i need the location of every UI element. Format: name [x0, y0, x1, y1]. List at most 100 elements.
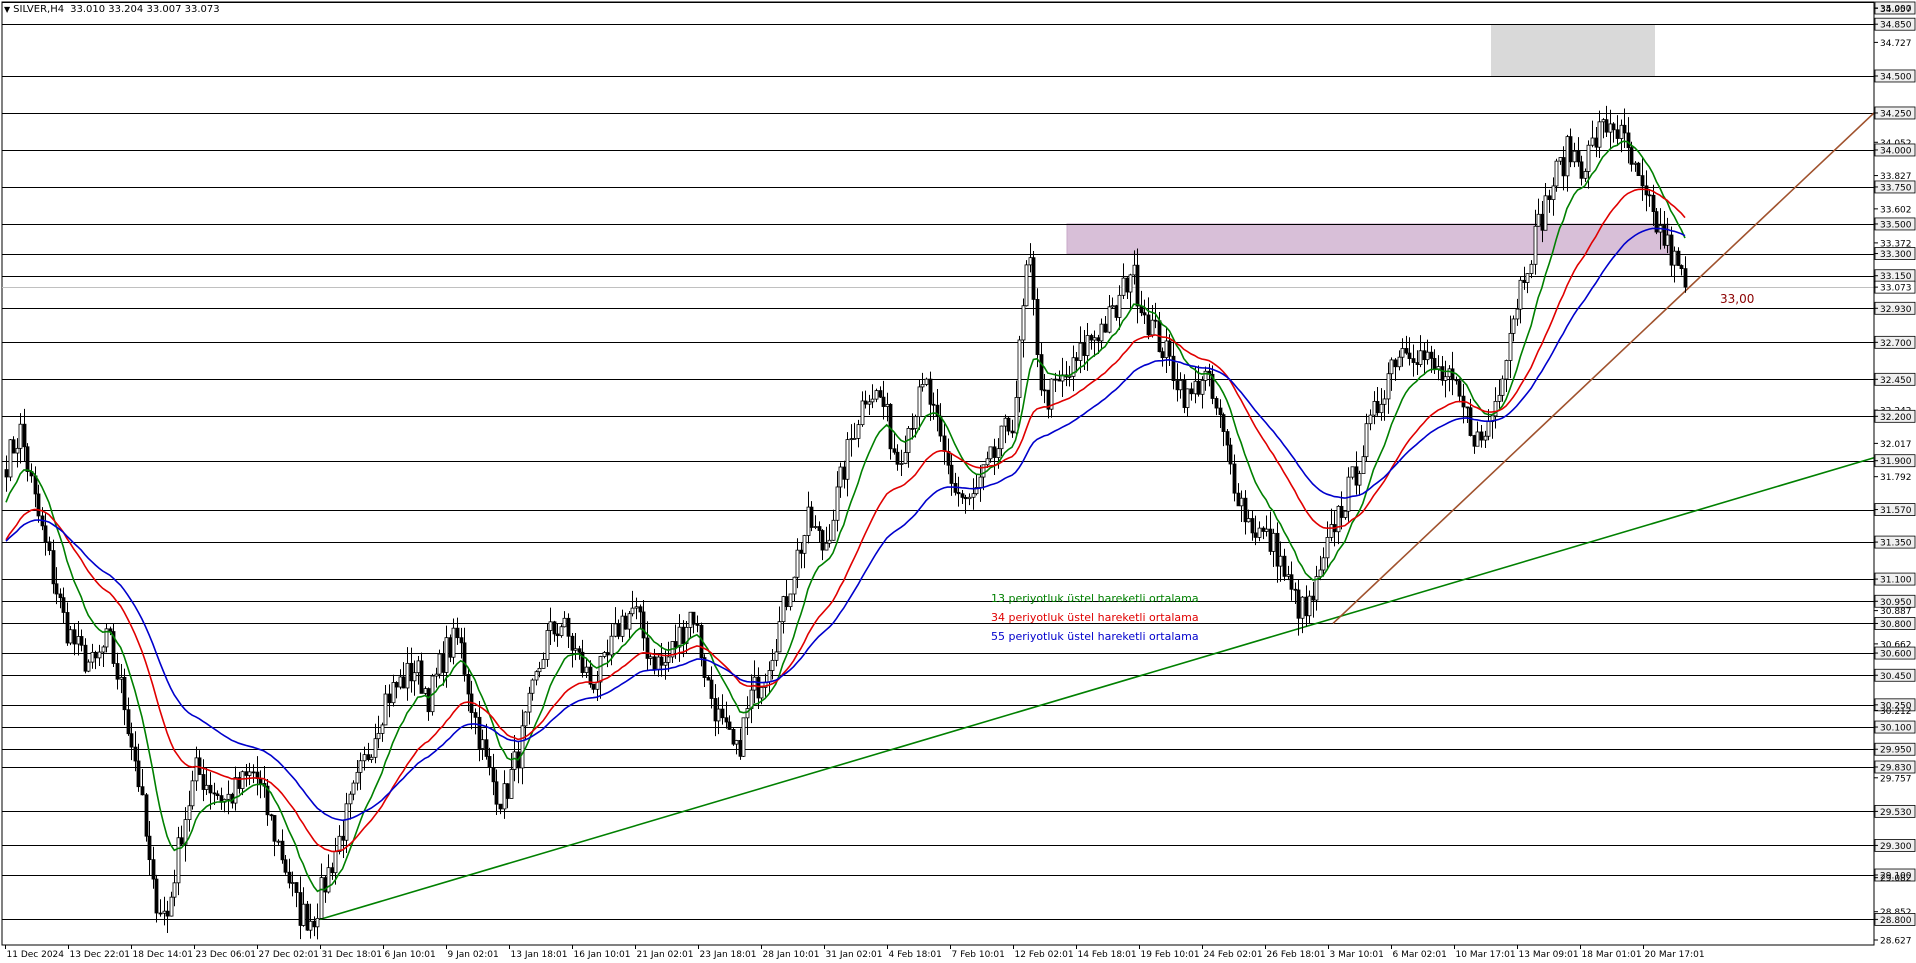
candle-body [1293, 588, 1298, 591]
candle-body [1321, 557, 1326, 571]
candle-body [903, 452, 908, 464]
candle-body [1304, 596, 1309, 617]
x-tick-label: 23 Jan 18:01 [700, 950, 757, 960]
candle-body [1017, 339, 1022, 398]
candle-body [1375, 401, 1380, 414]
candle-body [176, 837, 181, 884]
candle-body [781, 596, 786, 623]
candle-body [1636, 162, 1641, 177]
y-tick-label: 31.900 [1880, 457, 1912, 467]
candle-body [802, 535, 807, 554]
candle-body [838, 466, 843, 488]
candle-body [634, 606, 639, 609]
candle-body [577, 648, 582, 653]
candle-body [290, 882, 295, 884]
candle-body [502, 783, 507, 810]
candle-body [1218, 407, 1223, 415]
candle-body [1114, 305, 1119, 318]
candle-body [1286, 574, 1291, 577]
candle-body [1014, 397, 1019, 434]
candle-body [129, 733, 134, 748]
candle-body [1057, 378, 1062, 382]
x-tick-label: 19 Feb 10:01 [1141, 950, 1200, 960]
y-tick-label: 31.350 [1880, 539, 1912, 549]
candle-body [1429, 351, 1434, 359]
candle-body [605, 652, 610, 656]
candle-body [287, 871, 292, 884]
candle-body [1239, 497, 1244, 507]
candle-body [4, 469, 9, 478]
candle-body [1443, 376, 1448, 381]
candle-body [301, 903, 306, 926]
y-tick-label: 28.800 [1880, 916, 1912, 926]
candle-body [90, 651, 95, 663]
x-tick-label: 24 Feb 02:01 [1204, 950, 1263, 960]
candle-body [759, 687, 764, 699]
candle-body [1368, 414, 1373, 425]
candle-body [101, 646, 106, 653]
candle-body [892, 448, 897, 453]
candle-body [1278, 555, 1283, 567]
candle-body [1164, 340, 1169, 359]
y-tick-label: 31.570 [1880, 506, 1912, 516]
candle-body [706, 677, 711, 681]
candle-body [1185, 388, 1190, 408]
candle-body [1275, 532, 1280, 567]
trendline-label: 33,00 [1720, 292, 1754, 306]
candle-body [315, 917, 320, 928]
candle-body [1397, 356, 1402, 368]
candle-body [1125, 277, 1130, 293]
candle-body [1683, 268, 1688, 288]
candle-body [158, 912, 163, 915]
candle-body [1551, 185, 1556, 200]
candle-body [79, 636, 84, 646]
candle-body [928, 378, 933, 405]
candle-body [1150, 319, 1155, 336]
candle-body [996, 448, 1001, 458]
candle-body [308, 920, 313, 931]
candle-body [1533, 225, 1538, 265]
candle-body [978, 476, 983, 488]
candle-body [1318, 569, 1323, 578]
candle-body [1228, 444, 1233, 465]
candle-body [154, 878, 159, 914]
candle-body [204, 784, 209, 790]
candle-body [985, 458, 990, 466]
y-tick-label: 29.830 [1880, 763, 1912, 773]
candle-body [1432, 358, 1437, 370]
candle-body [870, 398, 875, 403]
candle-body [1160, 351, 1165, 359]
candle-body [373, 738, 378, 758]
candle-body [1422, 350, 1427, 361]
candle-body [312, 920, 317, 928]
candle-body [523, 711, 528, 727]
candle-body [462, 642, 467, 675]
candle-body [509, 769, 514, 799]
candle-body [25, 446, 30, 472]
candle-body [147, 835, 152, 861]
y-tick-label: 29.082 [1880, 874, 1912, 884]
x-tick-label: 14 Feb 18:01 [1078, 950, 1137, 960]
x-tick-label: 12 Feb 02:01 [1015, 950, 1074, 960]
candle-body [1261, 527, 1266, 532]
candle-body [1515, 308, 1520, 320]
candle-body [1393, 359, 1398, 368]
candle-body [1117, 294, 1122, 318]
candle-body [709, 679, 714, 699]
candle-body [1078, 342, 1083, 361]
candle-body [1153, 319, 1158, 322]
y-tick-label: 34.957 [1880, 5, 1912, 15]
candle-body [487, 756, 492, 768]
candle-body [72, 629, 77, 645]
candle-body [68, 629, 73, 644]
price-chart[interactable]: 33,00 35.00034.95734.85034.72734.50034.2… [0, 0, 1916, 963]
y-tick-label: 32.200 [1880, 413, 1912, 423]
candle-body [448, 637, 453, 658]
candle-body [1561, 157, 1566, 177]
candle-body [491, 767, 496, 783]
candle-body [949, 464, 954, 484]
candle-body [881, 396, 886, 407]
candle-body [144, 794, 149, 837]
candle-body [1268, 528, 1273, 552]
candle-body [770, 659, 775, 671]
